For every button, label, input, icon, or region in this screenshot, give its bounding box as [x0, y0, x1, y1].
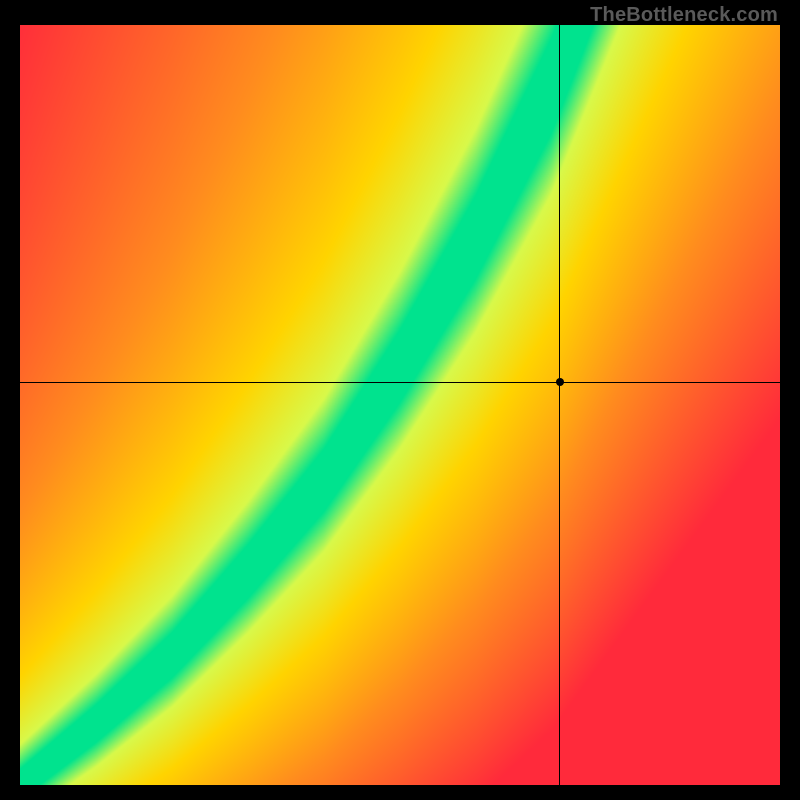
- crosshair-horizontal: [20, 382, 780, 383]
- chart-frame: TheBottleneck.com: [0, 0, 800, 800]
- watermark-text: TheBottleneck.com: [590, 4, 778, 27]
- crosshair-marker: [556, 378, 564, 386]
- heatmap-plot: [20, 25, 780, 785]
- heatmap-canvas: [20, 25, 780, 785]
- crosshair-vertical: [559, 25, 560, 785]
